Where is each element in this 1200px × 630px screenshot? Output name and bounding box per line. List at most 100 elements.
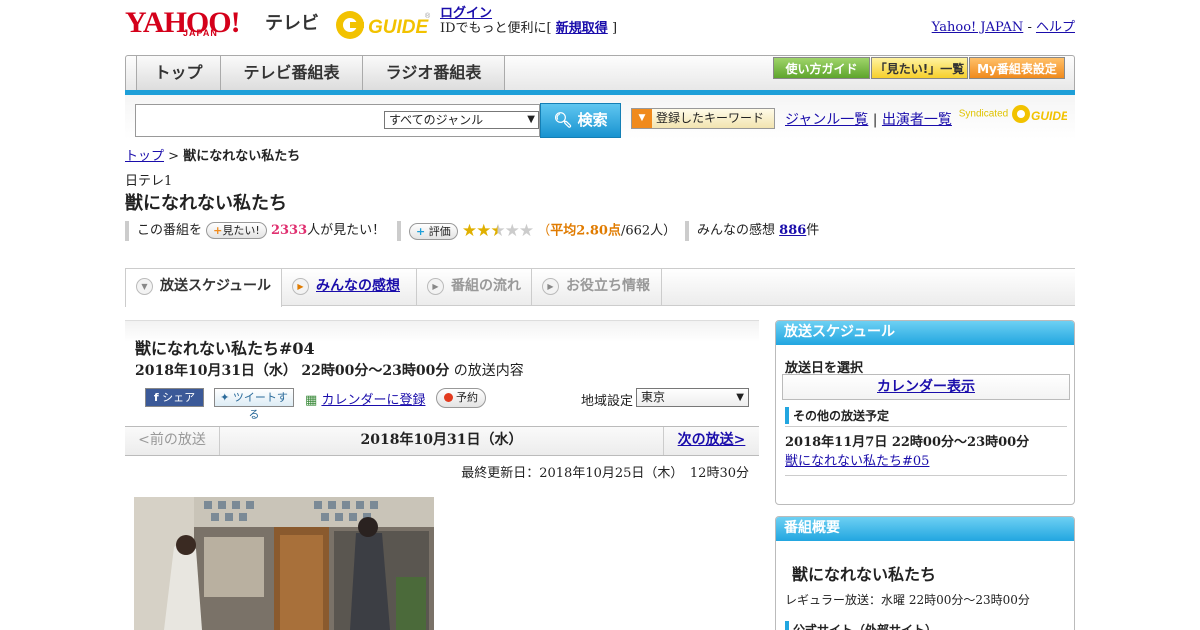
page: YAHOO! JAPAN テレビ GUIDE ® ログイン IDでもっと便利に[… (125, 0, 1075, 630)
yahoo-tv-logo[interactable]: YAHOO! JAPAN テレビ GUIDE ® (125, 6, 445, 42)
tab-info[interactable]: ▶ お役立ち情報 (532, 269, 662, 305)
registered-keyword-button[interactable]: ▼ 登録したキーワード (631, 108, 775, 129)
other-schedule-title: その他の放送予定 (785, 407, 889, 424)
plus-icon: + (416, 224, 426, 238)
tab-schedule[interactable]: ▼ 放送スケジュール (125, 269, 282, 307)
other-schedule-link[interactable]: 獣になれない私たち#05 (785, 454, 929, 469)
tweet-button[interactable]: ✦ ツイートする (214, 388, 294, 421)
other-schedule-item: 獣になれない私たち#05 (785, 450, 929, 469)
want-stat: この番組を +見たい! 2333人が見たい！ (125, 221, 385, 241)
want-button-label: 見たい! (222, 224, 260, 237)
episode-broadcast: 2018年10月31日（水） 22時00分～23時00分 の放送内容 (135, 360, 524, 380)
search-button[interactable]: 🔍︎ 検索 (540, 103, 621, 138)
tab-schedule-label: 放送スケジュール (160, 278, 272, 294)
reviews-stat: みんなの感想 886件 (685, 221, 819, 241)
overview-official-site[interactable]: 公式サイト（外部サイト） (785, 621, 937, 630)
nav-tab-radio-schedule[interactable]: ラジオ番組表 (363, 56, 505, 91)
performer-list-link[interactable]: 出演者一覧 (882, 112, 952, 128)
star-icon: ★ (504, 221, 520, 241)
reviews-label: みんなの感想 (697, 223, 776, 238)
reserve-button[interactable]: 予約 (436, 388, 486, 408)
overview-box-title: 番組概要 (776, 517, 1074, 541)
region-selected: 東京 (641, 390, 666, 404)
genre-select[interactable]: すべてのジャンル ▼ (384, 111, 539, 129)
breadcrumb: トップ > 獣になれない私たち (125, 145, 300, 164)
breadcrumb-top-link[interactable]: トップ (125, 149, 164, 164)
reviews-count-link[interactable]: 886 (779, 223, 806, 238)
program-tabs: ▼ 放送スケジュール ▶ みんなの感想 ▶ 番組の流れ ▶ お役立ち情報 (125, 268, 1075, 307)
episode-still-image (134, 497, 434, 630)
record-dot-icon (444, 393, 453, 402)
registered-keyword-label: 登録したキーワード (656, 111, 765, 125)
overview-box: 番組概要 獣になれない私たち レギュラー放送：水曜 22時00分～23時00分 … (775, 516, 1075, 630)
genre-list-link[interactable]: ジャンル一覧 (785, 112, 868, 128)
twitter-icon: ✦ (220, 391, 230, 404)
divider (785, 426, 1067, 427)
schedule-box-title: 放送スケジュール (776, 321, 1074, 345)
search-links-divider: | (872, 112, 878, 128)
nav-tab-top[interactable]: トップ (136, 56, 221, 91)
my-schedule-button[interactable]: My番組表設定 (969, 57, 1065, 79)
login-box: ログイン IDでもっと便利に[ 新規取得 ] (440, 6, 617, 36)
star-icon: ★ (490, 221, 505, 241)
top-links: Yahoo! JAPAN - ヘルプ (932, 16, 1075, 35)
chevron-down-icon: ▼ (136, 278, 153, 295)
tab-flow[interactable]: ▶ 番組の流れ (417, 269, 532, 305)
guide-button[interactable]: 使い方ガイド (773, 57, 870, 79)
search-button-label: 検索 (577, 111, 608, 129)
triangle-down-icon: ▼ (632, 109, 652, 128)
prev-broadcast: <前の放送 (125, 427, 220, 455)
current-broadcast-date: 2018年10月31日（水） (360, 432, 523, 448)
chevron-down-icon: ▼ (736, 392, 744, 403)
watchlist-button[interactable]: 「見たい!」一覧 (871, 57, 968, 79)
rating-open: （ (537, 223, 551, 239)
overview-regular-broadcast: レギュラー放送：水曜 22時00分～23時00分 (785, 593, 1030, 607)
calendar-display-link[interactable]: カレンダー表示 (877, 379, 975, 395)
tab-reviews-label: みんなの感想 (316, 278, 400, 294)
star-icon: ★ (518, 221, 534, 241)
svg-text:GUIDE: GUIDE (368, 17, 430, 38)
region-select[interactable]: 東京 ▼ (636, 388, 749, 407)
facebook-share-button[interactable]: f シェア (145, 388, 204, 407)
tab-info-label: お役立ち情報 (566, 278, 650, 294)
next-broadcast-link[interactable]: 次の放送> (678, 432, 746, 448)
episode-broadcast-suffix: の放送内容 (453, 363, 524, 379)
other-schedule-date: 2018年11月7日 22時00分～23時00分 (785, 435, 1030, 450)
episode-main: 獣になれない私たち#04 2018年10月31日（水） 22時00分～23時00… (125, 320, 759, 630)
chevron-right-icon: ▶ (427, 278, 444, 295)
svg-text:GUIDE: GUIDE (1031, 109, 1067, 123)
nav-tab-tv-schedule[interactable]: テレビ番組表 (221, 56, 363, 91)
calendar-register-link[interactable]: カレンダーに登録 (321, 393, 425, 408)
want-prefix: この番組を (137, 223, 203, 238)
tab-reviews[interactable]: ▶ みんなの感想 (282, 269, 417, 305)
rating-stars: ★★★★★ (462, 221, 534, 241)
help-link[interactable]: ヘルプ (1036, 20, 1075, 35)
login-prompt: IDでもっと便利に[ (440, 21, 552, 36)
calendar-display-button[interactable]: カレンダー表示 (782, 374, 1070, 400)
global-nav: トップ テレビ番組表 ラジオ番組表 使い方ガイド 「見たい!」一覧 My番組表設… (125, 55, 1075, 93)
syndicated-label: Syndicated (958, 108, 1009, 120)
login-link[interactable]: ログイン (440, 6, 492, 21)
tab-flow-label: 番組の流れ (451, 278, 521, 294)
next-broadcast[interactable]: 次の放送> (663, 427, 759, 455)
channel-name: 日テレ1 (125, 174, 173, 189)
breadcrumb-separator: > (168, 149, 180, 164)
search-links: ジャンル一覧 | 出演者一覧 (785, 109, 952, 129)
yahoo-japan-link[interactable]: Yahoo! JAPAN (932, 20, 1024, 35)
rating-average: 平均2.80点 (550, 223, 621, 239)
gguide-logo-icon: GUIDE ® (336, 11, 431, 39)
want-button[interactable]: +見たい! (206, 222, 267, 239)
gguide-small-logo-icon: GUIDE (1012, 105, 1070, 123)
episode-time: 22時00分～23時00分 (301, 363, 450, 379)
genre-selected: すべてのジャンル (389, 113, 484, 127)
episode-photo (134, 497, 434, 630)
program-stats: この番組を +見たい! 2333人が見たい！ + 評価 ★★★★★ （平均2.8… (125, 221, 1075, 241)
episode-title: 獣になれない私たち#04 (135, 339, 315, 358)
calendar-register[interactable]: ▦ カレンダーに登録 (305, 389, 425, 408)
episode-pager: <前の放送 2018年10月31日（水） 次の放送> (125, 426, 759, 456)
login-prompt-end: ] (611, 21, 618, 36)
register-link[interactable]: 新規取得 (556, 21, 608, 36)
reserve-label: 予約 (456, 391, 478, 404)
rate-button[interactable]: + 評価 (409, 222, 458, 240)
episode-header: 獣になれない私たち#04 2018年10月31日（水） 22時00分～23時00… (125, 320, 759, 424)
